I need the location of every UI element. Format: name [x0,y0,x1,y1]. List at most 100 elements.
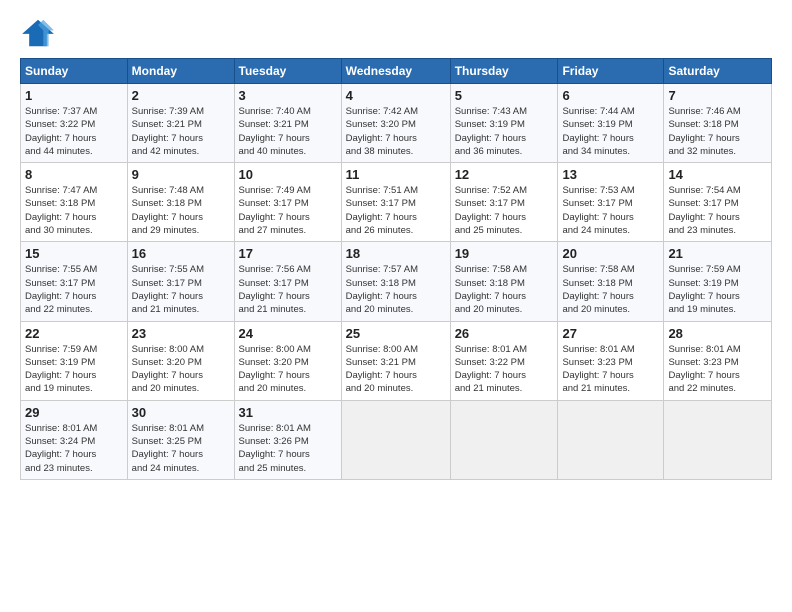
weekday-header: Saturday [664,59,772,84]
weekday-header: Friday [558,59,664,84]
calendar-cell: 17 Sunrise: 7:56 AM Sunset: 3:17 PM Dayli… [234,242,341,321]
day-number: 12 [455,167,554,182]
day-info: Sunrise: 7:59 AM Sunset: 3:19 PM Dayligh… [668,263,767,316]
day-number: 13 [562,167,659,182]
calendar-cell: 13Sunrise: 7:53 AM Sunset: 3:17 PM Dayli… [558,163,664,242]
weekday-row: SundayMondayTuesdayWednesdayThursdayFrid… [21,59,772,84]
day-info: Sunrise: 8:01 AM Sunset: 3:26 PM Dayligh… [239,422,337,475]
calendar-cell: 24 Sunrise: 8:00 AM Sunset: 3:20 PM Dayli… [234,321,341,400]
page: SundayMondayTuesdayWednesdayThursdayFrid… [0,0,792,490]
calendar-cell: 19 Sunrise: 7:58 AM Sunset: 3:18 PM Dayli… [450,242,558,321]
calendar-cell [664,400,772,479]
day-info: Sunrise: 7:52 AM Sunset: 3:17 PM Dayligh… [455,184,554,237]
day-number: 21 [668,246,767,261]
day-number: 17 [239,246,337,261]
day-info: Sunrise: 7:59 AM Sunset: 3:19 PM Dayligh… [25,343,123,396]
day-info: Sunrise: 7:46 AM Sunset: 3:18 PM Dayligh… [668,105,767,158]
calendar-cell: 3 Sunrise: 7:40 AM Sunset: 3:21 PM Daylig… [234,84,341,163]
calendar-cell [558,400,664,479]
day-number: 29 [25,405,123,420]
day-info: Sunrise: 8:01 AM Sunset: 3:22 PM Dayligh… [455,343,554,396]
day-number: 26 [455,326,554,341]
calendar-cell: 26 Sunrise: 8:01 AM Sunset: 3:22 PM Dayli… [450,321,558,400]
calendar-cell: 12 Sunrise: 7:52 AM Sunset: 3:17 PM Dayli… [450,163,558,242]
day-number: 8 [25,167,123,182]
calendar-week-row: 15 Sunrise: 7:55 AM Sunset: 3:17 PM Dayli… [21,242,772,321]
day-info: Sunrise: 7:58 AM Sunset: 3:18 PM Dayligh… [455,263,554,316]
calendar-cell: 22 Sunrise: 7:59 AM Sunset: 3:19 PM Dayli… [21,321,128,400]
calendar-body: 1Sunrise: 7:37 AM Sunset: 3:22 PM Daylig… [21,84,772,480]
calendar-cell: 5 Sunrise: 7:43 AM Sunset: 3:19 PM Daylig… [450,84,558,163]
day-number: 22 [25,326,123,341]
day-number: 27 [562,326,659,341]
logo [20,18,60,48]
day-number: 3 [239,88,337,103]
day-number: 23 [132,326,230,341]
calendar-header: SundayMondayTuesdayWednesdayThursdayFrid… [21,59,772,84]
calendar-cell: 29 Sunrise: 8:01 AM Sunset: 3:24 PM Dayli… [21,400,128,479]
weekday-header: Wednesday [341,59,450,84]
day-number: 16 [132,246,230,261]
day-number: 1 [25,88,123,103]
day-info: Sunrise: 7:55 AM Sunset: 3:17 PM Dayligh… [132,263,230,316]
day-info: Sunrise: 7:56 AM Sunset: 3:17 PM Dayligh… [239,263,337,316]
calendar-cell: 14Sunrise: 7:54 AM Sunset: 3:17 PM Dayli… [664,163,772,242]
day-number: 25 [346,326,446,341]
calendar-cell: 30 Sunrise: 8:01 AM Sunset: 3:25 PM Dayli… [127,400,234,479]
calendar-cell [341,400,450,479]
day-number: 2 [132,88,230,103]
header [20,18,772,48]
calendar-cell [450,400,558,479]
calendar-table: SundayMondayTuesdayWednesdayThursdayFrid… [20,58,772,480]
day-info: Sunrise: 7:49 AM Sunset: 3:17 PM Dayligh… [239,184,337,237]
calendar-cell: 15Sunrise: 7:55 AM Sunset: 3:17 PM Dayli… [21,242,128,321]
calendar-cell: 23 Sunrise: 8:00 AM Sunset: 3:20 PM Dayli… [127,321,234,400]
day-number: 19 [455,246,554,261]
day-info: Sunrise: 8:01 AM Sunset: 3:24 PM Dayligh… [25,422,123,475]
calendar-cell: 4Sunrise: 7:42 AM Sunset: 3:20 PM Daylig… [341,84,450,163]
day-number: 15 [25,246,123,261]
calendar-cell: 18Sunrise: 7:57 AM Sunset: 3:18 PM Dayli… [341,242,450,321]
calendar-week-row: 8Sunrise: 7:47 AM Sunset: 3:18 PM Daylig… [21,163,772,242]
day-number: 4 [346,88,446,103]
day-number: 6 [562,88,659,103]
calendar-cell: 20 Sunrise: 7:58 AM Sunset: 3:18 PM Dayli… [558,242,664,321]
calendar-cell: 1Sunrise: 7:37 AM Sunset: 3:22 PM Daylig… [21,84,128,163]
calendar-cell: 21 Sunrise: 7:59 AM Sunset: 3:19 PM Dayli… [664,242,772,321]
calendar-cell: 8Sunrise: 7:47 AM Sunset: 3:18 PM Daylig… [21,163,128,242]
day-info: Sunrise: 7:44 AM Sunset: 3:19 PM Dayligh… [562,105,659,158]
calendar-cell: 7 Sunrise: 7:46 AM Sunset: 3:18 PM Daylig… [664,84,772,163]
calendar-cell: 11Sunrise: 7:51 AM Sunset: 3:17 PM Dayli… [341,163,450,242]
day-number: 14 [668,167,767,182]
calendar-cell: 31 Sunrise: 8:01 AM Sunset: 3:26 PM Dayli… [234,400,341,479]
calendar-cell: 27 Sunrise: 8:01 AM Sunset: 3:23 PM Dayli… [558,321,664,400]
calendar-cell: 28 Sunrise: 8:01 AM Sunset: 3:23 PM Dayli… [664,321,772,400]
day-info: Sunrise: 7:58 AM Sunset: 3:18 PM Dayligh… [562,263,659,316]
logo-icon [20,18,56,48]
day-number: 28 [668,326,767,341]
calendar-cell: 6 Sunrise: 7:44 AM Sunset: 3:19 PM Daylig… [558,84,664,163]
day-info: Sunrise: 7:40 AM Sunset: 3:21 PM Dayligh… [239,105,337,158]
day-info: Sunrise: 8:00 AM Sunset: 3:20 PM Dayligh… [132,343,230,396]
day-info: Sunrise: 8:01 AM Sunset: 3:25 PM Dayligh… [132,422,230,475]
calendar-cell: 16 Sunrise: 7:55 AM Sunset: 3:17 PM Dayli… [127,242,234,321]
day-info: Sunrise: 8:01 AM Sunset: 3:23 PM Dayligh… [562,343,659,396]
day-number: 20 [562,246,659,261]
calendar-cell: 10 Sunrise: 7:49 AM Sunset: 3:17 PM Dayli… [234,163,341,242]
weekday-header: Tuesday [234,59,341,84]
day-info: Sunrise: 7:48 AM Sunset: 3:18 PM Dayligh… [132,184,230,237]
calendar-cell: 9 Sunrise: 7:48 AM Sunset: 3:18 PM Daylig… [127,163,234,242]
day-info: Sunrise: 7:43 AM Sunset: 3:19 PM Dayligh… [455,105,554,158]
day-number: 5 [455,88,554,103]
calendar-week-row: 22 Sunrise: 7:59 AM Sunset: 3:19 PM Dayli… [21,321,772,400]
day-number: 10 [239,167,337,182]
day-info: Sunrise: 8:00 AM Sunset: 3:20 PM Dayligh… [239,343,337,396]
day-number: 7 [668,88,767,103]
weekday-header: Thursday [450,59,558,84]
day-info: Sunrise: 8:01 AM Sunset: 3:23 PM Dayligh… [668,343,767,396]
calendar-week-row: 1Sunrise: 7:37 AM Sunset: 3:22 PM Daylig… [21,84,772,163]
day-number: 31 [239,405,337,420]
day-number: 30 [132,405,230,420]
day-number: 24 [239,326,337,341]
day-number: 9 [132,167,230,182]
